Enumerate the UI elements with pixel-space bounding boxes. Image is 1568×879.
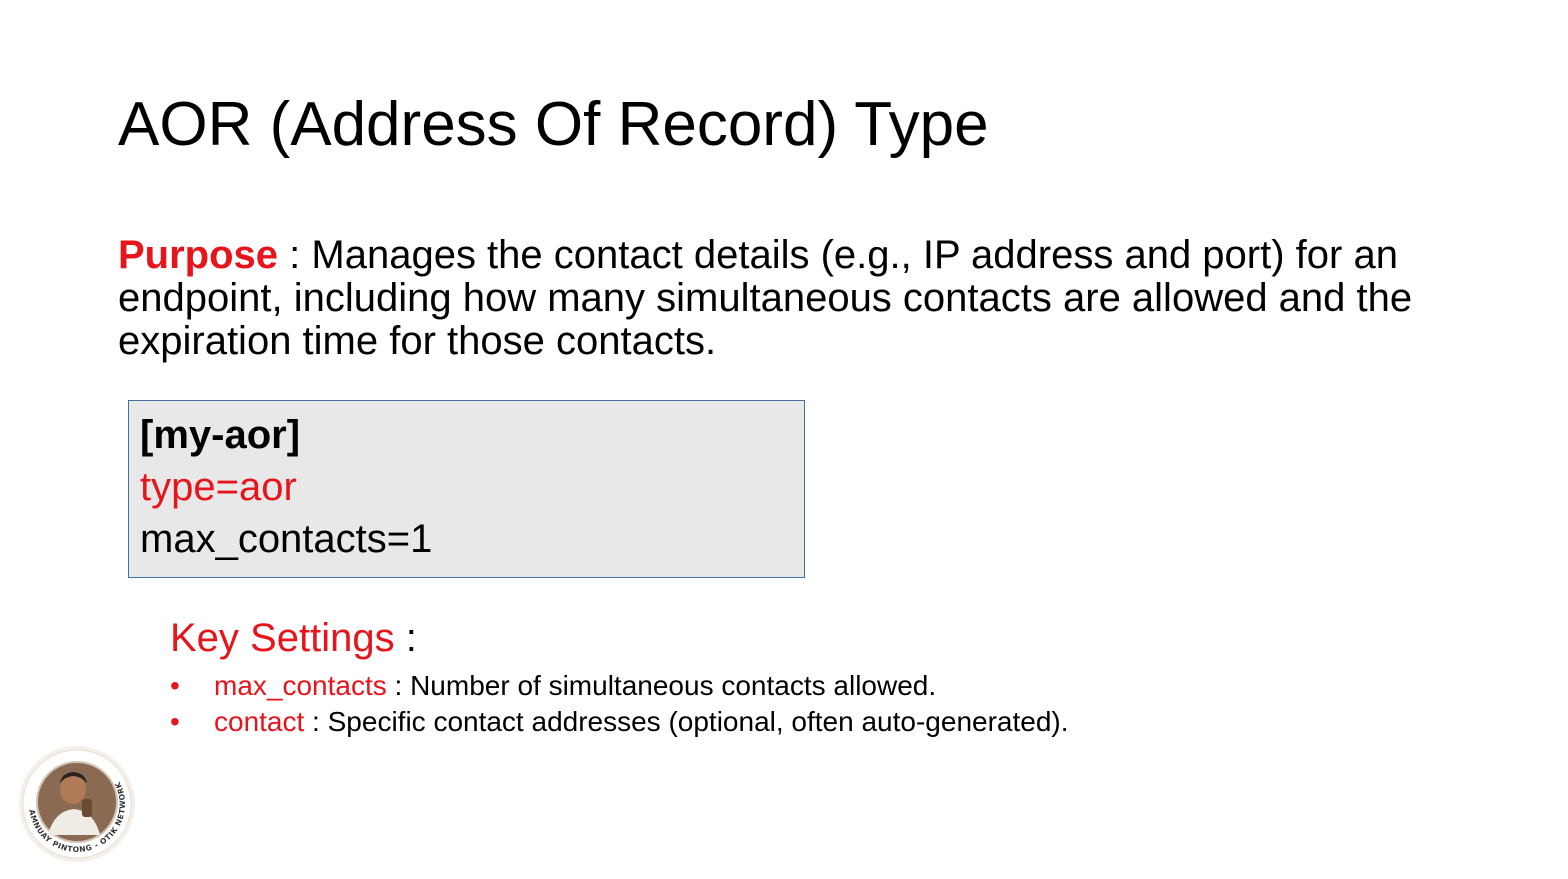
key-settings-list: • max_contacts : Number of simultaneous c… bbox=[170, 668, 1069, 740]
config-code-box: [my-aor] type=aor max_contacts=1 bbox=[128, 400, 805, 578]
setting-term: max_contacts bbox=[214, 670, 387, 701]
key-settings-colon: : bbox=[394, 616, 417, 660]
config-max-contacts-line: max_contacts=1 bbox=[140, 517, 433, 561]
config-section-header: [my-aor] bbox=[140, 413, 301, 457]
purpose-text: : Manages the contact details (e.g., IP … bbox=[118, 233, 1413, 363]
setting-desc: : Specific contact addresses (optional, … bbox=[304, 706, 1069, 737]
slide-title: AOR (Address Of Record) Type bbox=[118, 90, 989, 159]
purpose-paragraph: Purpose : Manages the contact details (e… bbox=[118, 234, 1448, 363]
list-item: • max_contacts : Number of simultaneous c… bbox=[170, 668, 1069, 704]
setting-term: contact bbox=[214, 706, 305, 737]
bullet-icon: • bbox=[170, 670, 180, 701]
avatar-icon: AMNUAY PINTONG - OTIK NETWORK bbox=[19, 746, 135, 862]
key-settings-heading: Key Settings : bbox=[170, 614, 417, 662]
bullet-icon: • bbox=[170, 706, 180, 737]
config-type-line: type=aor bbox=[140, 465, 297, 509]
purpose-label: Purpose bbox=[118, 233, 279, 277]
key-settings-title: Key Settings bbox=[170, 616, 395, 660]
list-item: • contact : Specific contact addresses (o… bbox=[170, 704, 1069, 740]
presenter-avatar-logo: AMNUAY PINTONG - OTIK NETWORK bbox=[18, 745, 136, 863]
setting-desc: : Number of simultaneous contacts allowe… bbox=[386, 670, 937, 701]
